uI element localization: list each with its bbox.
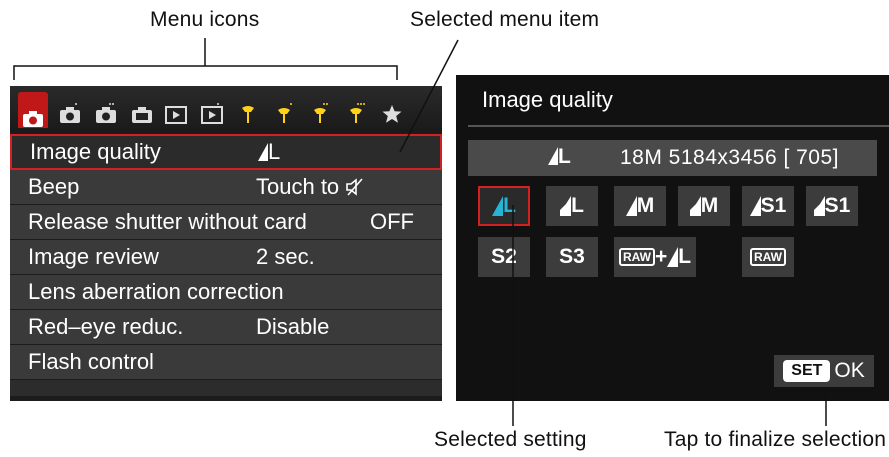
fine-icon xyxy=(548,147,558,165)
fine-icon xyxy=(667,247,679,267)
normal-icon xyxy=(813,196,825,216)
quality-option-medium-normal[interactable]: M xyxy=(678,186,730,226)
camera-icon xyxy=(96,103,116,123)
menu-item-image-quality[interactable]: Image quality L xyxy=(10,134,442,170)
quality-option-medium-fine[interactable]: M xyxy=(614,186,666,226)
tab-my-menu[interactable] xyxy=(380,98,404,124)
menu-item-value: OFF xyxy=(370,209,414,234)
menu-item-value: 2 sec. xyxy=(256,244,315,269)
quality-fine-icon xyxy=(258,143,268,161)
tab-setup-3[interactable] xyxy=(308,98,332,124)
menu-item-label: Red–eye reduc. xyxy=(28,314,184,339)
tab-shooting-3[interactable] xyxy=(94,98,118,124)
menu-item-value: L xyxy=(258,136,280,168)
fine-icon xyxy=(492,196,504,216)
fine-icon xyxy=(749,196,761,216)
quality-detail: 18M 5184x3456 [ 705] xyxy=(620,146,839,169)
menu-item-label: Image quality xyxy=(30,139,161,164)
menu-item-image-review[interactable]: Image review 2 sec. xyxy=(10,240,442,275)
wrench-icon xyxy=(242,106,254,123)
normal-icon xyxy=(560,196,572,216)
quality-option-large-fine[interactable]: L xyxy=(478,186,530,226)
menu-item-red-eye[interactable]: Red–eye reduc. Disable xyxy=(10,310,442,345)
menu-empty-row xyxy=(10,380,442,397)
current-quality-bar: L 18M 5184x3456 [ 705] xyxy=(468,140,877,176)
quality-option-s1-normal[interactable]: S1 xyxy=(806,186,858,226)
menu-item-label: Flash control xyxy=(28,349,154,374)
menu-item-label: Image review xyxy=(28,244,159,269)
wrench-icon xyxy=(350,103,365,123)
title-divider xyxy=(468,125,889,127)
wrench-icon xyxy=(314,103,328,123)
fine-icon xyxy=(625,196,637,216)
current-quality: L xyxy=(548,145,571,169)
tab-shooting-2[interactable] xyxy=(58,98,82,124)
callout-selected-menu-item: Selected menu item xyxy=(410,8,600,31)
set-ok-button[interactable]: SET OK xyxy=(774,355,874,387)
playback-icon xyxy=(165,106,187,124)
menu-item-flash-control[interactable]: Flash control xyxy=(10,345,442,380)
menu-icons-bracket xyxy=(13,65,398,80)
tab-shooting-1[interactable] xyxy=(18,92,48,128)
star-icon xyxy=(382,105,402,123)
quality-option-s1-fine[interactable]: S1 xyxy=(742,186,794,226)
raw-badge: RAW xyxy=(750,248,786,266)
playback-icon xyxy=(201,103,223,124)
menu-item-release-shutter[interactable]: Release shutter without card OFF xyxy=(10,205,442,240)
camera-menu-screen: Image quality L Beep Touch to Release sh… xyxy=(10,86,442,401)
speaker-mute-icon xyxy=(346,178,363,196)
tab-shooting-4[interactable] xyxy=(130,98,154,124)
quality-option-raw-plus-large[interactable]: RAW + L xyxy=(614,237,696,277)
tab-setup-2[interactable] xyxy=(272,98,296,124)
camera-icon xyxy=(23,111,43,127)
normal-icon xyxy=(689,196,701,216)
camera-icon xyxy=(132,107,152,123)
menu-item-value: Touch to xyxy=(256,170,365,204)
menu-item-label: Release shutter without card xyxy=(28,209,307,234)
screen-title: Image quality xyxy=(482,87,613,112)
wrench-icon xyxy=(278,103,292,123)
ok-label: OK xyxy=(834,359,865,382)
menu-item-label: Lens aberration correction xyxy=(28,279,284,304)
callout-selected-setting: Selected setting xyxy=(434,428,587,451)
tab-setup-1[interactable] xyxy=(236,98,260,124)
quality-option-s2[interactable]: S2 xyxy=(478,237,530,277)
camera-icon xyxy=(60,103,80,123)
tab-playback-1[interactable] xyxy=(164,98,188,124)
menu-item-beep[interactable]: Beep Touch to xyxy=(10,170,442,205)
quality-option-raw[interactable]: RAW xyxy=(742,237,794,277)
quality-option-large-normal[interactable]: L xyxy=(546,186,598,226)
menu-list: Image quality L Beep Touch to Release sh… xyxy=(10,134,442,397)
menu-tab-bar xyxy=(10,86,442,132)
set-label: SET xyxy=(783,360,831,382)
menu-item-value: Disable xyxy=(256,314,330,339)
quality-option-s3[interactable]: S3 xyxy=(546,237,598,277)
raw-badge: RAW xyxy=(618,248,655,266)
callout-tap-finalize: Tap to finalize selection xyxy=(664,428,887,451)
menu-item-label: Beep xyxy=(28,174,80,199)
menu-item-lens-aberration[interactable]: Lens aberration correction xyxy=(10,275,442,310)
tab-setup-4[interactable] xyxy=(344,98,368,124)
image-quality-screen: Image quality L 18M 5184x3456 [ 705] L L… xyxy=(456,75,889,401)
tab-playback-2[interactable] xyxy=(200,98,224,124)
callout-menu-icons: Menu icons xyxy=(150,8,260,31)
